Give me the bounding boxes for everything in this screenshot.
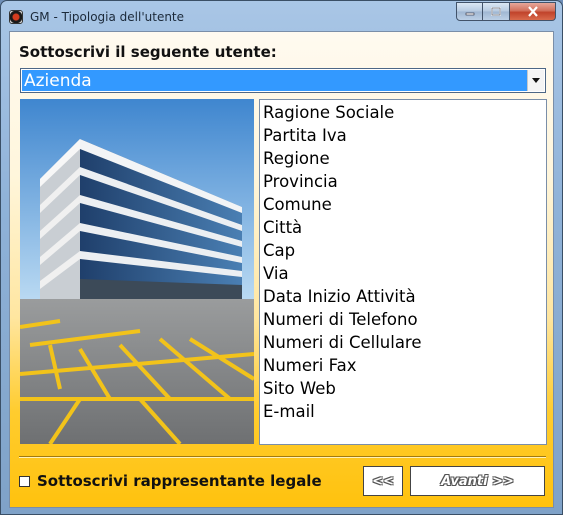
office-building-image xyxy=(20,99,254,444)
list-item[interactable]: Via xyxy=(260,262,546,285)
list-item[interactable]: Numeri di Cellulare xyxy=(260,331,546,354)
next-button[interactable]: Avanti >> xyxy=(410,466,545,496)
close-icon xyxy=(527,6,538,17)
legal-rep-label[interactable]: Sottoscrivi rappresentante legale xyxy=(37,472,322,490)
window-title: GM - Tipologia dell'utente xyxy=(30,10,185,24)
list-item[interactable]: Partita Iva xyxy=(260,124,546,147)
close-button[interactable] xyxy=(510,2,556,21)
minimize-icon xyxy=(465,12,474,15)
list-item[interactable]: Città xyxy=(260,216,546,239)
user-type-select[interactable]: Azienda xyxy=(20,68,546,93)
list-item[interactable]: Comune xyxy=(260,193,546,216)
list-item[interactable]: Provincia xyxy=(260,170,546,193)
legal-rep-option[interactable]: Sottoscrivi rappresentante legale xyxy=(19,472,322,490)
caption-buttons xyxy=(456,2,556,21)
form-heading: Sottoscrivi il seguente utente: xyxy=(19,43,277,61)
list-item[interactable]: Data Inizio Attività xyxy=(260,285,546,308)
chevron-down-icon xyxy=(532,78,540,83)
legal-rep-checkbox[interactable] xyxy=(19,475,30,487)
title-bar[interactable]: GM - Tipologia dell'utente xyxy=(1,1,562,31)
list-item[interactable]: Numeri di Telefono xyxy=(260,308,546,331)
list-item[interactable]: Numeri Fax xyxy=(260,354,546,377)
dialog-window: GM - Tipologia dell'utente Sottoscrivi i… xyxy=(0,0,563,515)
divider xyxy=(19,456,546,458)
dropdown-button[interactable] xyxy=(527,70,544,91)
user-type-selected-value[interactable]: Azienda xyxy=(22,70,527,91)
maximize-button[interactable] xyxy=(483,2,510,21)
office-building-photo xyxy=(20,99,254,444)
app-disc-icon[interactable] xyxy=(9,10,23,24)
list-item[interactable]: Regione xyxy=(260,147,546,170)
minimize-button[interactable] xyxy=(456,2,483,21)
list-item[interactable]: Sito Web xyxy=(260,377,546,400)
list-item[interactable]: E-mail xyxy=(260,400,546,423)
maximize-icon xyxy=(491,6,501,16)
list-item[interactable]: Ragione Sociale xyxy=(260,101,546,124)
back-button[interactable]: << xyxy=(363,466,403,496)
dialog-body: Sottoscrivi il seguente utente: Azienda xyxy=(9,31,554,508)
list-item[interactable]: Cap xyxy=(260,239,546,262)
fields-listbox[interactable]: Ragione Sociale Partita Iva Regione Provinc… xyxy=(259,99,547,445)
